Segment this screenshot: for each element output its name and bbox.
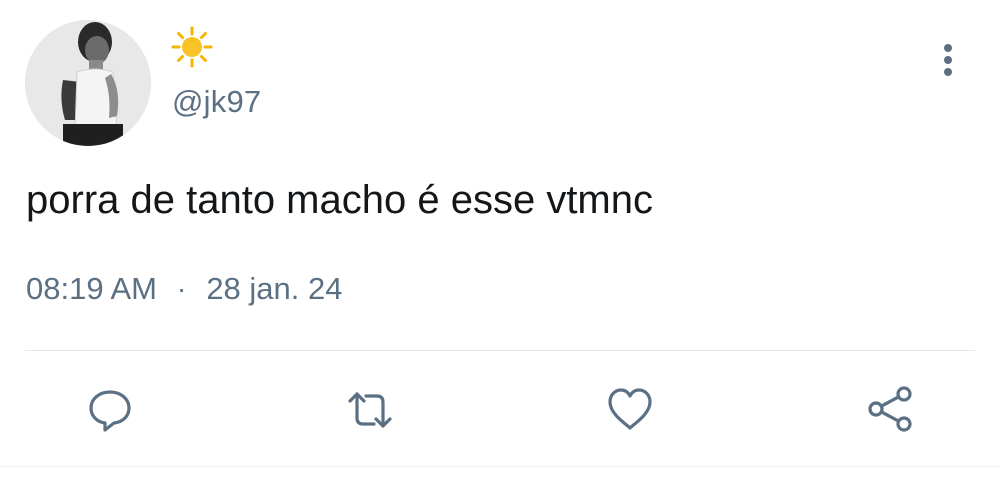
retweet-icon — [348, 392, 392, 428]
share-icon — [868, 386, 912, 432]
heart-icon — [608, 388, 652, 430]
divider — [25, 350, 975, 351]
sun-icon — [171, 26, 213, 68]
tweet-card: @jk97 porra de tanto macho é esse vtmnc … — [0, 0, 1000, 483]
tweet-time: 08:19 AM — [26, 271, 157, 306]
reply-button[interactable] — [84, 384, 136, 436]
like-button[interactable] — [604, 384, 656, 436]
retweet-button[interactable] — [344, 384, 396, 436]
more-options-button[interactable] — [930, 40, 966, 80]
display-name-sun-emoji[interactable] — [171, 26, 213, 68]
meta-separator: · — [176, 273, 187, 304]
more-dot-icon — [944, 44, 952, 52]
more-dot-icon — [944, 68, 952, 76]
user-handle[interactable]: @jk97 — [172, 84, 261, 120]
speech-bubble-icon — [89, 390, 131, 432]
bottom-divider — [0, 466, 1000, 467]
share-button[interactable] — [864, 384, 916, 436]
tweet-text: porra de tanto macho é esse vtmnc — [26, 178, 653, 222]
tweet-date: 28 jan. 24 — [206, 271, 343, 306]
more-dot-icon — [944, 56, 952, 64]
avatar[interactable] — [25, 20, 151, 146]
tweet-timestamp[interactable]: 08:19 AM · 28 jan. 24 — [26, 271, 342, 307]
